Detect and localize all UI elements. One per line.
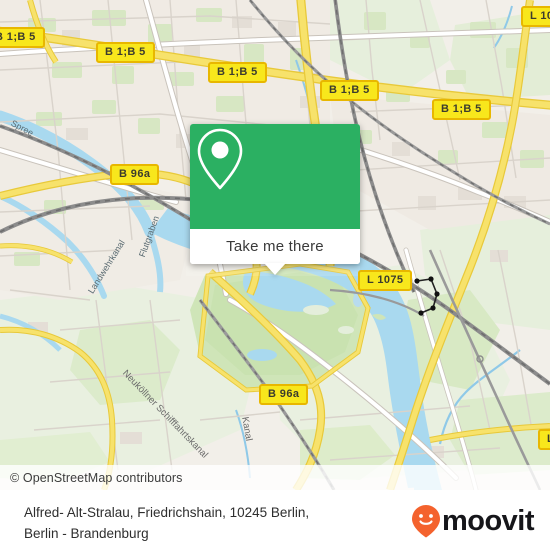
road-shield: L 1075: [358, 270, 413, 291]
take-me-there-button[interactable]: Take me there: [190, 229, 360, 264]
osm-attribution-text: © OpenStreetMap contributors: [10, 470, 183, 485]
location-popup-card[interactable]: Take me there: [190, 124, 360, 275]
road-shield: B 1;B 5: [96, 42, 155, 63]
map-attribution-bar: © OpenStreetMap contributors: [0, 465, 550, 490]
road-shield: B 1;B 5: [432, 99, 491, 120]
map-canvas[interactable]: B 1;B 5 B 1;B 5 B 1;B 5 B 1;B 5 B 1;B 5 …: [0, 0, 550, 490]
popup-tail: [264, 263, 286, 275]
footer-bar: Alfred- Alt-Stralau, Friedrichshain, 102…: [0, 490, 550, 550]
address-line-1: Alfred- Alt-Stralau, Friedrichshain, 102…: [24, 505, 310, 520]
map-screenshot: B 1;B 5 B 1;B 5 B 1;B 5 B 1;B 5 B 1;B 5 …: [0, 0, 550, 550]
road-shield: B 96a: [259, 384, 309, 405]
address-line-2: Berlin - Brandenburg: [24, 526, 149, 541]
road-shield: L 1075: [521, 6, 550, 27]
take-me-there-label: Take me there: [226, 238, 324, 255]
moovit-pin-smiley-icon: [411, 505, 440, 538]
moovit-wordmark: moovit: [441, 504, 535, 537]
road-shield: B 96a: [110, 164, 160, 185]
road-shield: B 1;B 5: [0, 27, 45, 48]
moovit-logo[interactable]: moovit: [411, 504, 535, 538]
map-pin-icon: [197, 128, 243, 190]
address-block: Alfred- Alt-Stralau, Friedrichshain, 102…: [24, 502, 404, 544]
popup-pin-area: [190, 124, 360, 229]
road-shield: B 1;B 5: [320, 80, 379, 101]
road-shield: L 1075: [538, 429, 550, 450]
road-shield: B 1;B 5: [208, 62, 267, 83]
